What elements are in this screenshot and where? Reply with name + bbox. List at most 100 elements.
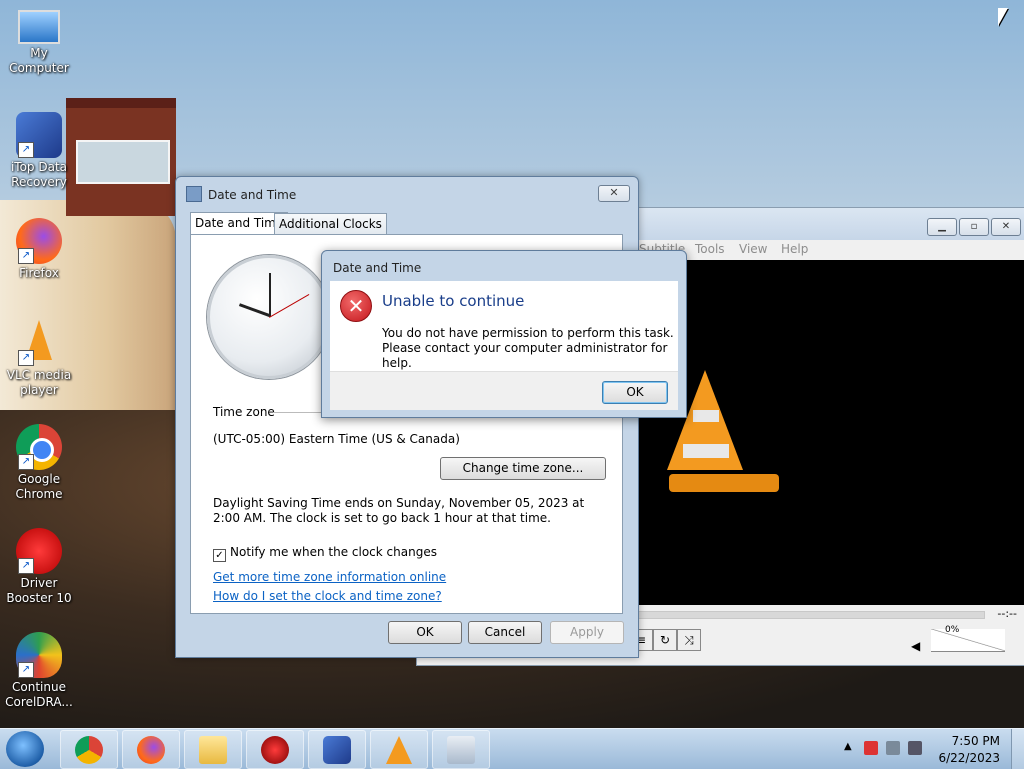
taskbar-clock-time[interactable]: 7:50 PM (952, 734, 1000, 748)
show-hidden-icons-chevron-up-icon[interactable]: ▲ (844, 741, 852, 752)
date-time-icon (447, 736, 475, 764)
driver-booster-icon (261, 736, 289, 764)
desktop-icon-label: iTop Data Recovery (10, 160, 68, 189)
apply-button[interactable]: Apply (550, 621, 624, 644)
vlc-cone-base (669, 474, 779, 492)
firefox-icon (137, 736, 165, 764)
desktop-icon-firefox[interactable]: ↗ Firefox (0, 218, 78, 281)
file-explorer-icon (199, 736, 227, 764)
analog-clock-icon (207, 255, 331, 379)
desktop-icon-vlc[interactable]: ↗ VLC media player (0, 320, 78, 398)
error-dialog-body: ✕ Unable to continue You do not have per… (330, 281, 678, 371)
taskbar-item-itop-recovery[interactable] (308, 730, 366, 769)
desktop-icon-label: Firefox (19, 266, 59, 280)
shortcut-arrow-icon: ↗ (18, 248, 34, 264)
timezone-value: (UTC-05:00) Eastern Time (US & Canada) (213, 432, 460, 446)
taskbar-item-driver-booster[interactable] (246, 730, 304, 769)
desktop-icon-label: Driver Booster 10 (6, 576, 72, 605)
minimize-button[interactable]: ▁ (927, 218, 957, 236)
cone-stripe (683, 444, 729, 458)
taskbar: ▲ 7:50 PM 6/22/2023 (0, 728, 1024, 769)
shortcut-arrow-icon: ↗ (18, 558, 34, 574)
mouse-cursor-icon (998, 8, 1008, 26)
seek-bar[interactable] (633, 611, 985, 619)
error-dialog-footer: OK (330, 371, 678, 410)
cancel-button[interactable]: Cancel (468, 621, 542, 644)
system-tray: ▲ 7:50 PM 6/22/2023 (834, 729, 1024, 769)
error-dialog[interactable]: Date and Time ✕ Unable to continue You d… (321, 250, 687, 418)
taskbar-item-chrome[interactable] (60, 730, 118, 769)
show-desktop-button[interactable] (1011, 729, 1024, 769)
itop-recovery-icon: ↗ (16, 112, 62, 158)
action-center-flag-icon[interactable] (864, 741, 878, 755)
desktop-icon-google-chrome[interactable]: ↗ Google Chrome (0, 424, 78, 502)
speaker-icon[interactable]: ◀ (911, 639, 920, 653)
hour-hand (238, 303, 271, 317)
desktop-icon-driver-booster[interactable]: ↗ Driver Booster 10 (0, 528, 78, 606)
menu-tools[interactable]: Tools (695, 242, 725, 256)
notify-label: Notify me when the clock changes (230, 545, 437, 559)
time-zone-info-link[interactable]: Get more time zone information online (213, 570, 446, 584)
restore-button[interactable]: ▫ (959, 218, 989, 236)
error-message-line: Please contact your computer administrat… (382, 341, 668, 370)
loop-icon[interactable]: ↻ (653, 629, 677, 651)
dialog-title: Date and Time (208, 188, 297, 202)
error-message-line: You do not have permission to perform th… (382, 326, 674, 340)
start-button-windows-icon[interactable] (6, 731, 44, 767)
volume-muted-icon[interactable] (908, 741, 922, 755)
tab-additional-clocks[interactable]: Additional Clocks (274, 213, 387, 234)
itop-recovery-icon (323, 736, 351, 764)
desktop-icon-coreldraw[interactable]: ↗ Continue CorelDRA... (0, 632, 78, 710)
shortcut-arrow-icon: ↗ (18, 662, 34, 678)
timezone-heading: Time zone (213, 405, 275, 419)
shortcut-arrow-icon: ↗ (18, 142, 34, 158)
volume-slider[interactable] (931, 629, 1005, 652)
date-time-icon (186, 186, 202, 202)
notify-checkbox-row[interactable]: ✓ Notify me when the clock changes (213, 545, 437, 562)
ok-button[interactable]: OK (388, 621, 462, 644)
taskbar-clock-date[interactable]: 6/22/2023 (938, 751, 1000, 765)
taskbar-item-vlc[interactable] (370, 730, 428, 769)
menu-help[interactable]: Help (781, 242, 808, 256)
error-ok-button[interactable]: OK (602, 381, 668, 404)
second-hand (269, 294, 310, 318)
computer-icon (18, 10, 60, 44)
dialog-title-bar: Date and Time (186, 186, 296, 202)
firefox-icon: ↗ (16, 218, 62, 264)
chrome-icon (75, 736, 103, 764)
set-clock-help-link[interactable]: How do I set the clock and time zone? (213, 589, 442, 603)
network-icon[interactable] (886, 741, 900, 755)
error-heading: Unable to continue (382, 292, 525, 310)
taskbar-item-firefox[interactable] (122, 730, 180, 769)
chrome-icon: ↗ (16, 424, 62, 470)
shuffle-icon[interactable]: ⤨ (677, 629, 701, 651)
error-dialog-title: Date and Time (333, 261, 422, 275)
desktop-icon-my-computer[interactable]: My Computer (0, 10, 78, 76)
coreldraw-balloon-icon: ↗ (16, 632, 62, 678)
taskbar-item-file-explorer[interactable] (184, 730, 242, 769)
close-button[interactable]: ✕ (991, 218, 1021, 236)
desktop-icon-label: VLC media player (6, 368, 72, 397)
minute-hand (269, 273, 271, 317)
vlc-icon: ↗ (16, 320, 62, 366)
shortcut-arrow-icon: ↗ (18, 350, 34, 366)
wallpaper-lighthouse-window (76, 140, 170, 184)
driver-booster-icon: ↗ (16, 528, 62, 574)
time-display: --:-- (997, 607, 1017, 620)
vlc-icon (386, 736, 412, 764)
desktop-icon-label: Continue CorelDRA... (5, 680, 73, 709)
menu-view[interactable]: View (739, 242, 767, 256)
notify-checkbox[interactable]: ✓ (213, 549, 226, 562)
desktop-icon-itop-data-recovery[interactable]: ↗ iTop Data Recovery (0, 112, 78, 190)
error-x-icon: ✕ (340, 290, 372, 322)
taskbar-item-date-time[interactable] (432, 730, 490, 769)
volume-value: 0% (945, 625, 960, 635)
desktop-icon-label: Google Chrome (15, 472, 63, 501)
shortcut-arrow-icon: ↗ (18, 454, 34, 470)
change-time-zone-button[interactable]: Change time zone... (440, 457, 606, 480)
cone-stripe (693, 410, 719, 422)
close-button[interactable]: ✕ (598, 185, 630, 202)
dst-info-text: Daylight Saving Time ends on Sunday, Nov… (213, 496, 585, 525)
desktop-icon-label: My Computer (9, 46, 69, 75)
error-message: You do not have permission to perform th… (382, 326, 678, 371)
